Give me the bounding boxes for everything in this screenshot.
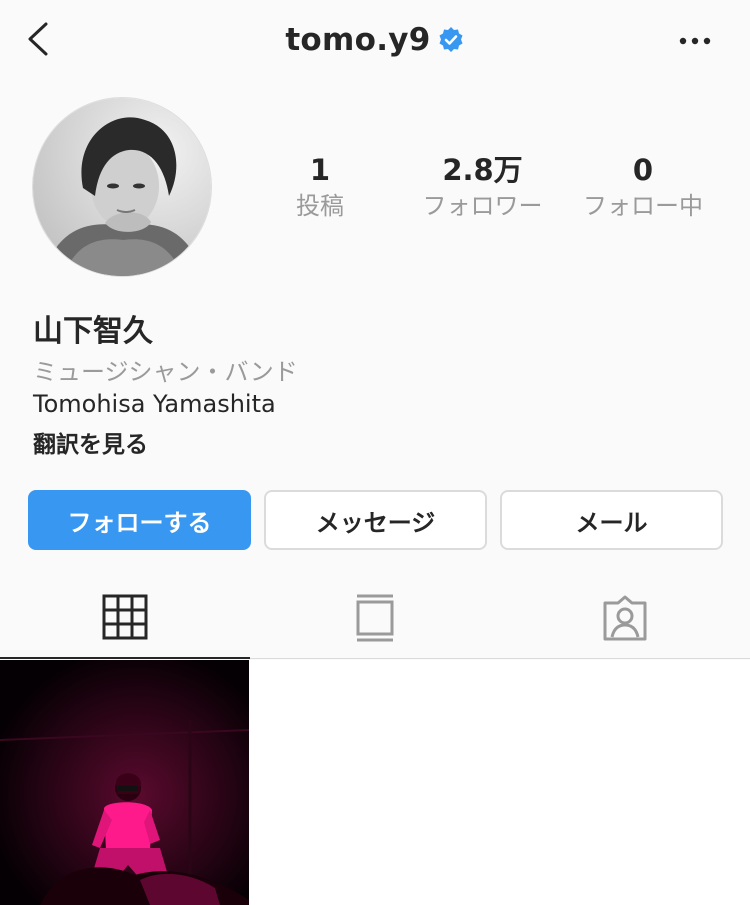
- profile-avatar[interactable]: [32, 97, 212, 277]
- followers-count: 2.8万: [442, 153, 523, 187]
- profile-category: ミュージシャン・バンド: [33, 358, 298, 386]
- post-photo: [0, 660, 249, 905]
- feed-icon: [356, 594, 394, 641]
- tab-tagged[interactable]: [500, 577, 750, 658]
- username-title: tomo.y9: [285, 22, 431, 58]
- profile-header-title: tomo.y9: [0, 22, 750, 62]
- profile-bio: Tomohisa Yamashita: [33, 390, 276, 418]
- posts-grid: [0, 660, 750, 905]
- followers-label: フォロワー: [422, 192, 543, 220]
- translate-link[interactable]: 翻訳を見る: [33, 425, 148, 459]
- profile-name: 山下智久: [33, 314, 153, 349]
- more-options-button[interactable]: [676, 26, 716, 56]
- grid-icon: [102, 594, 148, 640]
- tab-feed[interactable]: [250, 577, 500, 658]
- posts-label: 投稿: [296, 192, 344, 220]
- following-count: 0: [632, 153, 654, 187]
- more-horizontal-icon: [679, 37, 711, 45]
- top-navigation-bar: tomo.y9: [0, 0, 750, 84]
- posts-count: 1: [309, 153, 331, 187]
- posts-stat: 1 投稿: [280, 152, 360, 224]
- verified-badge-icon: [437, 26, 465, 62]
- tab-grid[interactable]: [0, 577, 250, 659]
- followers-stat[interactable]: 2.8万 フォロワー: [410, 152, 555, 224]
- following-stat[interactable]: 0 フォロー中: [573, 152, 713, 224]
- avatar-photo: [33, 98, 211, 276]
- email-button[interactable]: メール: [500, 490, 723, 550]
- follow-button[interactable]: フォローする: [28, 490, 251, 550]
- tagged-person-icon: [603, 595, 647, 640]
- following-label: フォロー中: [583, 192, 703, 220]
- post-thumbnail[interactable]: [0, 660, 249, 905]
- profile-tabs: [0, 577, 750, 659]
- message-button[interactable]: メッセージ: [264, 490, 487, 550]
